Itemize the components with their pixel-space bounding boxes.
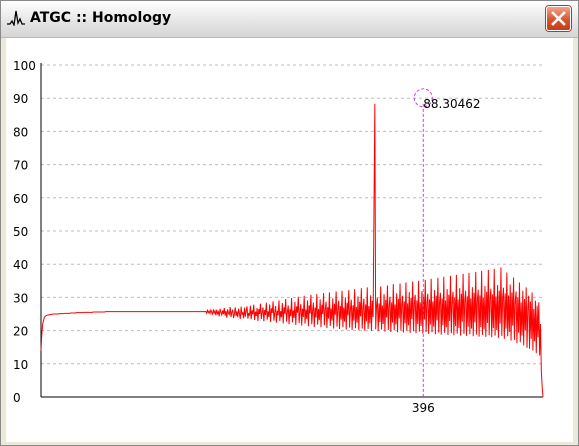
window-title: ATGC :: Homology [30, 10, 172, 26]
y-tick-label: 0 [13, 391, 21, 405]
title-bar[interactable]: ATGC :: Homology [1, 1, 578, 38]
y-tick-label: 60 [13, 192, 28, 206]
y-tick-label: 70 [13, 159, 28, 173]
y-tick-label: 50 [13, 225, 28, 239]
peak-value-label: 88.30462 [423, 97, 480, 111]
y-tick-label: 90 [13, 92, 28, 106]
y-tick-label: 20 [13, 325, 28, 339]
waveform-icon [7, 10, 25, 26]
y-tick-label: 100 [13, 59, 36, 73]
series-line [40, 103, 544, 398]
chart-area: 0 10 20 30 40 50 60 70 80 90 100 88.30462 396 [6, 38, 573, 442]
y-tick-label: 80 [13, 125, 28, 139]
y-tick-label: 30 [13, 291, 28, 305]
peak-x-label: 396 [412, 401, 435, 415]
y-tick-label: 40 [13, 258, 28, 272]
y-tick-label: 10 [13, 358, 28, 372]
app-window: ATGC :: Homology 0 10 20 30 40 50 60 70 80 90 100 … [0, 0, 579, 446]
homology-chart: 0 10 20 30 40 50 60 70 80 90 100 88.30462 396 [13, 59, 544, 415]
close-button[interactable] [546, 6, 571, 31]
close-icon [551, 11, 566, 26]
